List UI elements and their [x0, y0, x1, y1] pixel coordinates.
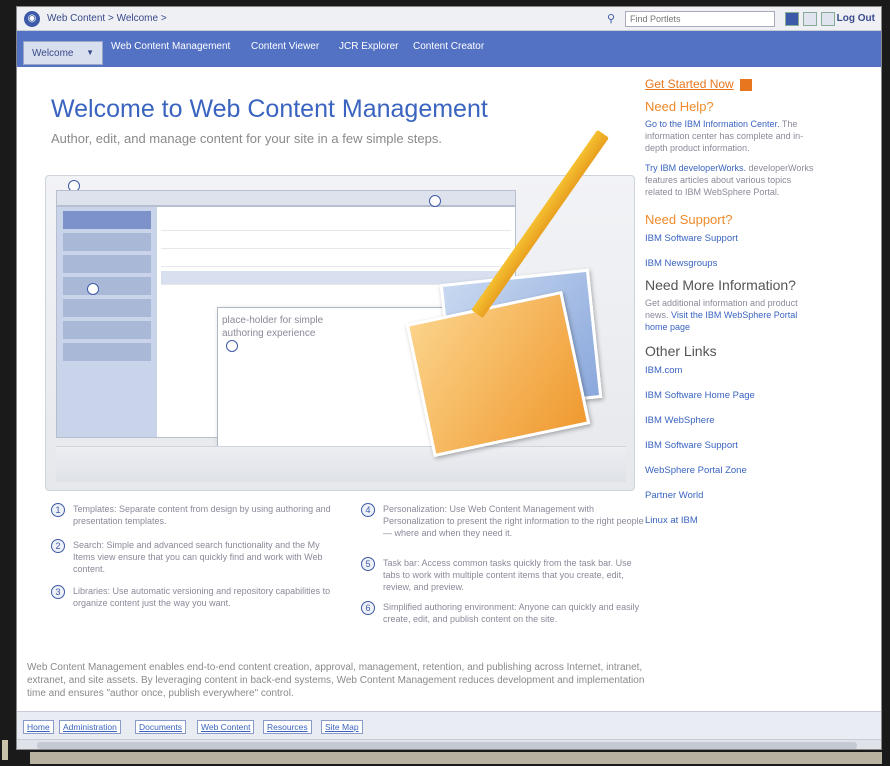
feature-text: Task bar: Access common tasks quickly fr… [383, 558, 632, 592]
feature-number: 1 [51, 503, 65, 517]
get-started-link[interactable]: Get Started Now [645, 77, 820, 91]
horizontal-scrollbar[interactable] [17, 739, 881, 749]
settings-icon[interactable] [803, 12, 817, 26]
callout-badge [429, 195, 441, 207]
feature-text: Personalization: Use Web Content Managem… [383, 504, 644, 538]
footer-link-resources[interactable]: Resources [263, 720, 312, 734]
feature-item: 4 Personalization: Use Web Content Manag… [361, 503, 645, 539]
other-link[interactable]: WebSphere Portal Zone [645, 465, 820, 476]
get-started-label: Get Started Now [645, 77, 734, 91]
feature-number: 4 [361, 503, 375, 517]
more-info-block: Get additional information and product n… [645, 297, 820, 333]
other-link[interactable]: IBM Software Support [645, 440, 820, 451]
feature-number: 2 [51, 539, 65, 553]
breadcrumb[interactable]: Web Content > Welcome > [47, 13, 167, 24]
search-icon[interactable]: ⚲ [607, 12, 621, 26]
page-subtitle: Author, edit, and manage content for you… [51, 131, 442, 146]
desk-marker [2, 740, 8, 760]
developerworks-link[interactable]: Try IBM developerWorks. [645, 163, 746, 173]
search-input[interactable] [625, 11, 775, 27]
footer-link-documents[interactable]: Documents [135, 720, 186, 734]
portal-logo-icon[interactable]: ◉ [24, 11, 40, 27]
illustration-base [56, 446, 626, 482]
feature-text: Search: Simple and advanced search funct… [73, 540, 323, 574]
feature-text: Templates: Separate content from design … [73, 504, 331, 526]
footer-link-administration[interactable]: Administration [59, 720, 121, 734]
other-link[interactable]: Linux at IBM [645, 515, 820, 526]
feature-item: 6 Simplified authoring environment: Anyo… [361, 601, 645, 625]
support-link[interactable]: IBM Software Support [645, 233, 820, 244]
other-link[interactable]: IBM WebSphere [645, 415, 820, 426]
arrow-icon [739, 78, 752, 91]
tab-web-content-management[interactable]: Web Content Management [111, 41, 230, 52]
feature-number: 5 [361, 557, 375, 571]
need-support-heading: Need Support? [645, 212, 733, 227]
page-title: Welcome to Web Content Management [51, 95, 488, 123]
tab-jcr-explorer[interactable]: JCR Explorer [339, 41, 398, 52]
feature-number: 6 [361, 601, 375, 615]
callout-badge [226, 340, 238, 352]
nav-welcome-label: Welcome [32, 48, 74, 59]
other-link[interactable]: IBM Software Home Page [645, 390, 820, 401]
feature-item: 1 Templates: Separate content from desig… [51, 503, 343, 527]
logout-link[interactable]: Log Out [837, 13, 875, 24]
developerworks-block: Try IBM developerWorks. developerWorks f… [645, 162, 820, 198]
info-center-block: Go to the IBM Information Center. The in… [645, 118, 820, 154]
help-icon[interactable] [821, 12, 835, 26]
other-link[interactable]: IBM.com [645, 365, 820, 376]
top-bar: ◉ Web Content > Welcome > ⚲ Log Out [17, 7, 881, 31]
footer-nav: Home Administration Documents Web Conten… [17, 711, 881, 739]
feature-item: 5 Task bar: Access common tasks quickly … [361, 557, 645, 593]
info-center-link[interactable]: Go to the IBM Information Center. [645, 119, 780, 129]
right-sidebar: Get Started Now Need Help? Go to the IBM… [645, 77, 820, 532]
need-help-heading: Need Help? [645, 99, 714, 114]
footer-link-site-map[interactable]: Site Map [321, 720, 363, 734]
nav-welcome-dropdown[interactable]: Welcome ▼ [23, 41, 103, 65]
edit-page-icon[interactable] [785, 12, 799, 26]
other-links-heading: Other Links [645, 343, 717, 359]
product-summary: Web Content Management enables end-to-en… [27, 662, 645, 699]
feature-number: 3 [51, 585, 65, 599]
illustration-toolbar [56, 190, 516, 206]
footer-link-home[interactable]: Home [23, 720, 54, 734]
other-link[interactable]: Partner World [645, 490, 820, 501]
scrollbar-thumb[interactable] [37, 742, 857, 749]
placeholder-text: place-holder for simple authoring experi… [222, 315, 324, 339]
nav-bar: Welcome ▼ Web Content Management Content… [17, 31, 881, 67]
tab-content-viewer[interactable]: Content Viewer [251, 41, 319, 52]
feature-text: Libraries: Use automatic versioning and … [73, 586, 331, 608]
feature-text: Simplified authoring environment: Anyone… [383, 602, 640, 624]
footer-link-web-content[interactable]: Web Content [197, 720, 255, 734]
support-link[interactable]: IBM Newsgroups [645, 258, 820, 269]
illustration-sidebar [57, 207, 157, 437]
browser-window: ◉ Web Content > Welcome > ⚲ Log Out Welc… [16, 6, 882, 750]
callout-badge [87, 283, 99, 295]
desk-edge [30, 752, 882, 764]
chevron-down-icon: ▼ [86, 48, 94, 57]
tab-content-creator[interactable]: Content Creator [413, 41, 484, 52]
feature-item: 2 Search: Simple and advanced search fun… [51, 539, 343, 575]
feature-item: 3 Libraries: Use automatic versioning an… [51, 585, 343, 609]
more-info-heading: Need More Information? [645, 277, 796, 293]
